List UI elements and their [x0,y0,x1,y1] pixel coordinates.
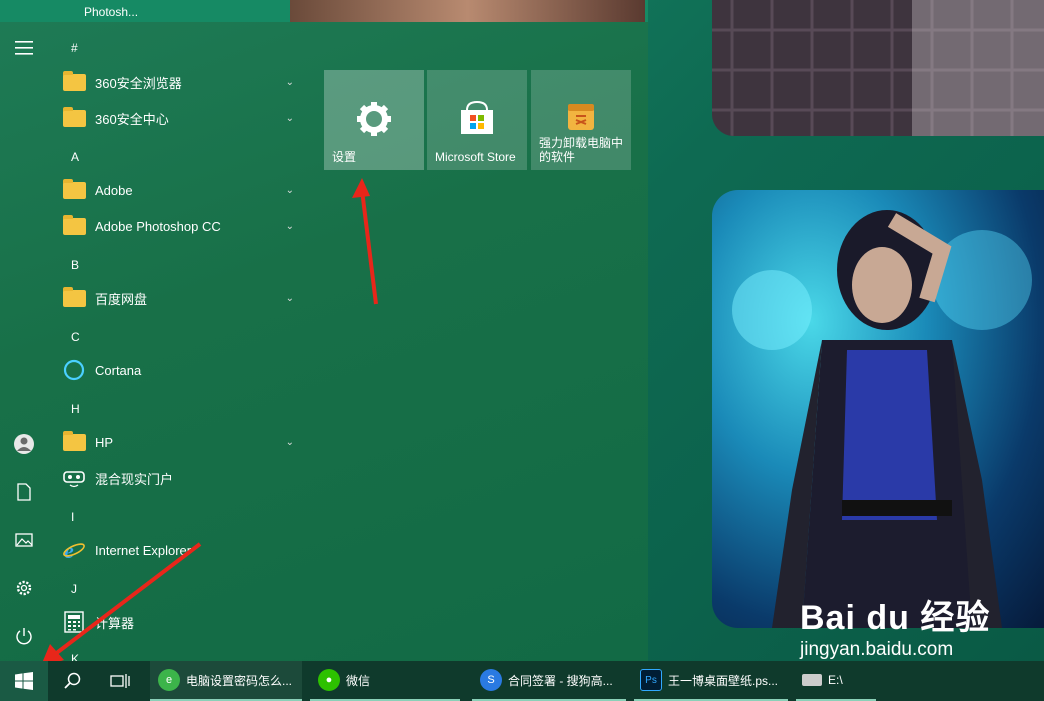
app-label: HP [95,434,114,450]
chevron-down-icon: ⌄ [285,184,294,196]
cortana-icon [62,359,86,381]
app-item-baidu-netdisk[interactable]: 百度网盘 ⌄ [62,282,302,314]
windows-logo-icon [15,672,33,690]
taskbar: e 电脑设置密码怎么... ● 微信 S 合同签署 - 搜狗高... Ps 王一… [0,661,1044,701]
app-item-internet-explorer[interactable]: e Internet Explorer [62,534,302,566]
user-icon[interactable] [12,432,36,456]
letter-header[interactable]: H [71,402,80,416]
browser-360-icon: e [158,669,180,691]
app-label: 360安全浏览器 [95,75,182,91]
folder-icon [62,178,86,201]
calculator-icon [62,611,86,633]
sogou-browser-icon: S [480,669,502,691]
letter-header[interactable]: A [71,150,79,164]
tile-label: Microsoft Store [435,150,516,164]
app-item-calculator[interactable]: 计算器 [62,606,302,638]
letter-header[interactable]: C [71,330,80,344]
folder-icon [62,70,86,93]
app-label: Adobe Photoshop CC [95,218,221,234]
baidu-jingyan-watermark: Bai du 经验 jingyan.baidu.com [800,590,990,661]
app-label: 混合现实门户 [95,471,174,487]
app-item-cortana[interactable]: Cortana [62,354,302,386]
app-item-adobe[interactable]: Adobe ⌄ [62,174,302,206]
folder-icon [62,214,86,237]
folder-icon [62,286,86,309]
letter-header[interactable]: B [71,258,79,272]
letter-header[interactable]: I [71,510,74,524]
taskbar-item-wechat[interactable]: ● 微信 [310,661,460,701]
app-label: Cortana [95,362,142,378]
folder-icon [62,430,86,453]
plaid-pattern [712,0,1044,136]
tile-label: 设置 [332,150,357,164]
app-label: 360安全中心 [95,111,169,127]
chevron-down-icon: ⌄ [285,76,294,88]
app-item-hp[interactable]: HP ⌄ [62,426,302,458]
start-left-rail [0,22,48,661]
taskbar-item-label: 电脑设置密码怎么... [186,673,293,688]
uninstall-box-icon [568,104,594,130]
taskbar-item-drive[interactable]: E:\ [796,661,876,701]
tile-label-line1: 强力卸载电脑中 [539,136,624,150]
start-button[interactable] [0,661,48,701]
app-item-360-center[interactable]: 360安全中心 ⌄ [62,102,302,134]
settings-gear-icon [357,102,391,136]
folder-icon [62,106,86,129]
app-label: 百度网盘 [95,291,148,307]
tile-uninstall-software[interactable]: 强力卸载电脑中 的软件 [531,70,631,170]
chevron-down-icon: ⌄ [285,220,294,232]
letter-header[interactable]: J [71,582,77,596]
app-label: 计算器 [95,615,135,631]
photoshop-icon: Ps [640,669,662,691]
wallpaper-photo-top [290,0,645,22]
taskbar-item-sogou[interactable]: S 合同签署 - 搜狗高... [472,661,626,701]
store-bag-icon [461,100,493,134]
power-icon[interactable] [12,624,36,648]
search-icon[interactable] [58,661,86,701]
taskbar-item-label: 王一博桌面壁纸.ps... [668,673,779,688]
app-item-mixed-reality[interactable]: 混合现实门户 [62,462,302,494]
taskbar-item-photoshop[interactable]: Ps 王一博桌面壁纸.ps... [634,661,788,701]
drive-icon [802,674,822,686]
tile-label: 强力卸载电脑中 的软件 [539,136,623,164]
chevron-down-icon: ⌄ [285,436,294,448]
watermark-sub: jingyan.baidu.com [800,639,954,660]
app-label: Internet Explorer [95,542,192,558]
start-menu: # 360安全浏览器 ⌄ 360安全中心 ⌄ A Adobe ⌄ Adobe P… [0,22,648,666]
mixed-reality-icon [62,467,86,489]
wallpaper-photo-1 [712,0,1044,136]
chevron-down-icon: ⌄ [285,292,294,304]
pictures-icon[interactable] [12,528,36,552]
tile-settings[interactable]: 设置 [324,70,424,170]
app-label: Adobe [95,182,133,198]
watermark-main: Bai du 经验 [800,599,991,637]
chevron-down-icon: ⌄ [285,112,294,124]
tile-label-line2: 的软件 [539,150,576,164]
app-item-360-browser[interactable]: 360安全浏览器 ⌄ [62,66,302,98]
tile-microsoft-store[interactable]: Microsoft Store [427,70,527,170]
wechat-icon: ● [318,669,340,691]
performer-silhouette [732,210,1032,628]
hamburger-menu-icon[interactable] [12,36,36,60]
letter-header[interactable]: # [71,41,78,55]
internet-explorer-icon: e [62,538,86,562]
taskbar-item-label: 合同签署 - 搜狗高... [508,673,613,688]
desktop-icon-label[interactable]: Photosh... [84,5,138,19]
taskbar-item-label: E:\ [828,673,843,687]
app-list: # 360安全浏览器 ⌄ 360安全中心 ⌄ A Adobe ⌄ Adobe P… [48,22,308,666]
task-view-icon[interactable] [106,661,134,701]
settings-gear-icon[interactable] [12,576,36,600]
wallpaper-photo-2 [712,190,1044,628]
taskbar-item-label: 微信 [346,673,371,688]
taskbar-item-browser[interactable]: e 电脑设置密码怎么... [150,661,302,701]
document-icon[interactable] [12,480,36,504]
app-item-adobe-photoshop[interactable]: Adobe Photoshop CC ⌄ [62,210,302,242]
